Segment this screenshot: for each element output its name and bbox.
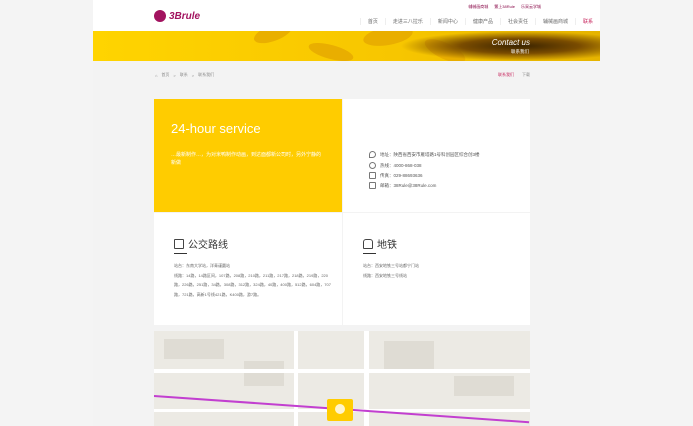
sub-nav-download[interactable]: 下载 — [522, 72, 530, 78]
top-link[interactable]: 乐采云学城 — [521, 4, 541, 10]
petal-decoration — [251, 31, 295, 48]
right-margin — [600, 0, 693, 426]
top-links: 辅械画商城 繁上38Rule 乐采云学城 — [468, 4, 541, 10]
map[interactable] — [154, 331, 530, 426]
bus-icon — [174, 238, 184, 249]
map-road — [154, 369, 530, 373]
banner: Contact us 联系我们 — [93, 31, 600, 61]
main-nav: 首页 走进三八拉乐 新闻中心 健康产品 社会责任 辅械画商城 联系 — [359, 18, 600, 25]
breadcrumb-separator-icon: > — [173, 72, 176, 78]
divider — [174, 253, 187, 254]
sub-nav: 联系我们 下载 — [498, 72, 530, 78]
nav-item-home[interactable]: 首页 — [359, 18, 385, 25]
subway-card: 地铁 站台：西安地铁三号站都宁门站 线路：西安地铁三号线站 — [343, 213, 530, 325]
marker-logo-icon — [335, 404, 345, 414]
map-block — [454, 376, 514, 396]
logo[interactable]: 3Brule — [154, 10, 200, 22]
bus-title: 公交路线 — [188, 240, 228, 251]
subway-lines: 线路：西安地铁三号线站 — [363, 272, 407, 278]
breadcrumb-item[interactable]: 首页 — [161, 72, 169, 78]
logo-text: 3Brule — [169, 10, 201, 22]
bus-card: 公交路线 站台：东南大学站，洋青谨圆站 线路：14路，14路区间，107路，20… — [154, 213, 342, 325]
header: 3Brule 辅械画商城 繁上38Rule 乐采云学城 首页 走进三八拉乐 新闻… — [93, 0, 600, 31]
nav-item-products[interactable]: 健康产品 — [464, 18, 500, 25]
contact-email: 邮箱：38Rule@38Rule.com — [369, 182, 436, 189]
printer-icon — [369, 172, 376, 179]
bus-heading: 公交路线 — [174, 236, 228, 251]
service-card: 24-hour service …最新制作…，为对米鸭制作动画，到达面都新公司时… — [154, 99, 342, 212]
nav-item-shop[interactable]: 辅械画商城 — [534, 18, 575, 25]
phone-icon — [369, 162, 376, 169]
nav-item-responsibility[interactable]: 社会责任 — [499, 18, 535, 25]
divider — [363, 253, 376, 254]
map-block — [384, 341, 434, 371]
hotline-text: 热线：4000-868-038 — [380, 162, 422, 168]
subway-title: 地铁 — [377, 240, 397, 251]
nav-item-news[interactable]: 新闻中心 — [429, 18, 465, 25]
nav-item-about[interactable]: 走进三八拉乐 — [384, 18, 430, 25]
breadcrumb: ⌂ 首页 > 联系 > 联系我们 — [155, 72, 214, 78]
sub-nav-contact[interactable]: 联系我们 — [498, 72, 514, 78]
contact-hotline: 热线：4000-868-038 — [369, 162, 422, 169]
top-link[interactable]: 繁上38Rule — [494, 4, 515, 10]
address-text: 地址：陕西省西安市雁塔路1号科创园区综合创3楼 — [380, 151, 480, 157]
bus-station: 站台：东南大学站，洋青谨圆站 — [174, 263, 230, 268]
nav-item-contact[interactable]: 联系 — [574, 18, 600, 25]
map-block — [244, 361, 284, 386]
email-text[interactable]: 邮箱：38Rule@38Rule.com — [380, 183, 436, 189]
top-link[interactable]: 辅械画商城 — [468, 4, 488, 10]
location-marker-icon[interactable] — [327, 399, 353, 421]
home-icon[interactable]: ⌂ — [155, 73, 157, 78]
contact-card: 地址：陕西省西安市雁塔路1号科创园区综合创3楼 热线：4000-868-038 … — [343, 99, 530, 212]
map-block — [164, 339, 224, 359]
left-margin — [0, 0, 93, 426]
breadcrumb-separator-icon: > — [191, 72, 195, 78]
page: 3Brule 辅械画商城 繁上38Rule 乐采云学城 首页 走进三八拉乐 新闻… — [93, 0, 600, 426]
fax-text: 传真：029-88693636 — [380, 172, 423, 178]
subway-station: 站台：西安地铁三号站都宁门站 — [363, 263, 419, 268]
banner-title: Contact us — [491, 38, 530, 47]
service-title: 24-hour service — [171, 121, 261, 136]
contact-fax: 传真：029-88693636 — [369, 172, 423, 179]
bus-info: 站台：东南大学站，洋青谨圆站 线路：14路，14路区间，107路，208路，21… — [174, 261, 334, 299]
envelope-icon — [369, 182, 376, 189]
subway-heading: 地铁 — [363, 236, 397, 251]
subway-icon — [363, 238, 373, 249]
subway-info: 站台：西安地铁三号站都宁门站 线路：西安地铁三号线站 — [363, 261, 523, 280]
contact-address: 地址：陕西省西安市雁塔路1号科创园区综合创3楼 — [369, 151, 480, 158]
location-pin-icon — [369, 151, 376, 158]
banner-subtitle: 联系我们 — [511, 49, 529, 54]
breadcrumb-item: 联系我们 — [198, 72, 215, 77]
service-text: …最新制作…，为对米鸭制作动画，到达面都新公司时，另外宁静的新做 — [171, 152, 322, 166]
logo-mark-icon — [154, 10, 166, 22]
bus-lines: 线路：14路，14路区间，107路，208路，210路，211路，217路，21… — [174, 272, 331, 297]
petal-decoration — [306, 39, 356, 61]
breadcrumb-item[interactable]: 联系 — [180, 72, 188, 78]
